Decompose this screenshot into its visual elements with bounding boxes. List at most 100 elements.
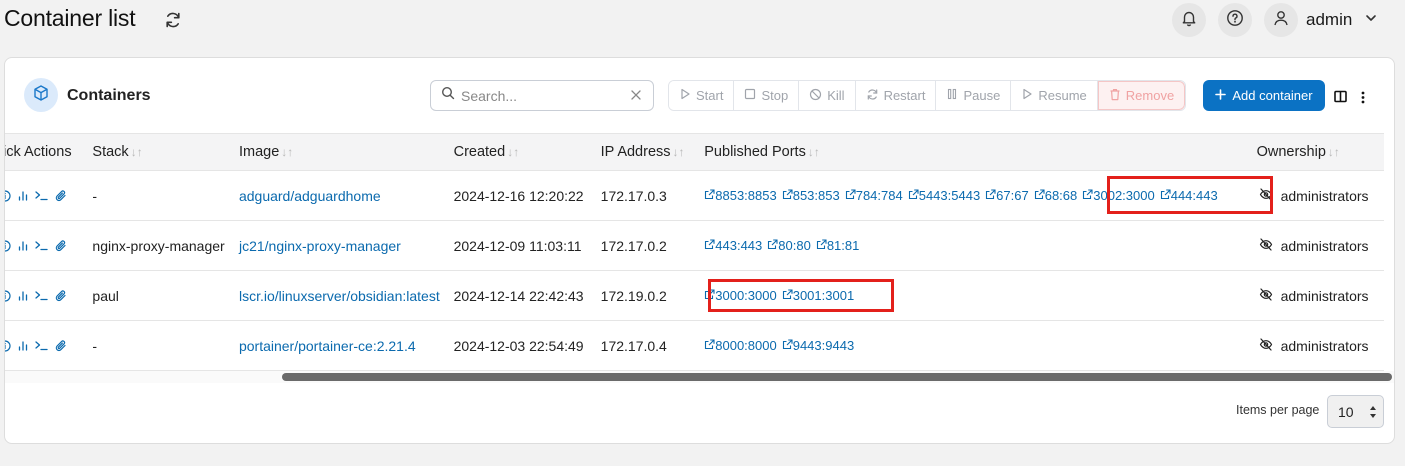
play-icon	[1021, 88, 1038, 103]
published-port-link[interactable]: 9443:9443	[782, 338, 854, 353]
pause-button[interactable]: Pause	[936, 81, 1012, 110]
published-port-link[interactable]: 68:68	[1034, 188, 1077, 203]
image-link[interactable]: portainer/portainer-ce:2.21.4	[239, 321, 454, 371]
attach-icon[interactable]	[55, 289, 67, 302]
stack-cell: paul	[92, 287, 119, 304]
external-link-icon	[1034, 188, 1045, 203]
image-link[interactable]: jc21/nginx-proxy-manager	[239, 221, 454, 271]
console-icon[interactable]	[35, 240, 48, 251]
stop-button[interactable]: Stop	[734, 81, 800, 110]
created-cell: 2024-12-16 12:20:22	[453, 187, 584, 204]
attach-icon[interactable]	[55, 339, 67, 352]
search-input[interactable]	[461, 87, 621, 104]
published-port-link[interactable]: 8853:8853	[704, 188, 777, 203]
horizontal-scrollbar[interactable]	[5, 371, 1394, 383]
external-link-icon	[782, 188, 793, 203]
search-icon	[441, 86, 455, 105]
created-cell: 2024-12-09 11:03:11	[453, 237, 582, 254]
stop-icon	[744, 88, 761, 103]
info-icon[interactable]	[5, 339, 11, 352]
published-port-link[interactable]: 8000:8000	[704, 338, 777, 353]
refresh-icon[interactable]	[163, 10, 183, 30]
col-quick-actions[interactable]: uick Actions	[5, 134, 92, 171]
stack-cell: -	[92, 337, 98, 354]
published-ports-cell: 443:443 80:80 81:81	[704, 221, 1256, 271]
ownership-cell: administrators	[1257, 321, 1384, 371]
col-image[interactable]: Image ↓↑	[239, 134, 454, 171]
user-menu[interactable]: admin	[1264, 3, 1378, 37]
published-port-link[interactable]: 784:784	[845, 188, 903, 203]
col-ip-address[interactable]: IP Address ↓↑	[601, 134, 705, 171]
col-created[interactable]: Created ↓↑	[454, 134, 601, 171]
external-link-icon	[704, 238, 715, 253]
image-link[interactable]: lscr.io/linuxserver/obsidian:latest	[239, 271, 454, 321]
published-port-link[interactable]: 81:81	[816, 238, 859, 253]
col-ownership[interactable]: Ownership ↓↑	[1257, 134, 1384, 171]
attach-icon[interactable]	[55, 189, 67, 202]
info-icon[interactable]	[5, 289, 11, 302]
user-name: admin	[1306, 10, 1353, 29]
image-link[interactable]: adguard/adguardhome	[239, 171, 454, 221]
published-port-link[interactable]: 67:67	[985, 188, 1029, 203]
restart-button[interactable]: Restart	[855, 81, 937, 110]
containers-panel: Containers Start Stop Kill Restart Pause	[4, 57, 1395, 444]
ip-address-cell: 172.17.0.3	[600, 187, 667, 204]
published-port-link[interactable]: 5443:5443	[908, 188, 980, 203]
close-icon[interactable]	[630, 88, 642, 106]
scrollbar-thumb[interactable]	[282, 373, 1392, 381]
published-ports-cell: 8000:8000 9443:9443	[704, 321, 1256, 371]
notifications-button[interactable]	[1172, 3, 1206, 37]
quick-actions-cell	[5, 221, 92, 271]
console-icon[interactable]	[35, 290, 48, 301]
bulk-actions: Start Stop Kill Restart Pause Resume Rem…	[668, 80, 1187, 111]
table-header: uick Actions Stack↓↑ Image↓↑ Created↓↑ I…	[5, 133, 1384, 171]
console-icon[interactable]	[35, 340, 48, 351]
external-link-icon	[704, 188, 715, 203]
stats-icon[interactable]	[18, 340, 28, 351]
kebab-icon[interactable]	[1361, 90, 1365, 109]
col-published-ports[interactable]: Published Ports ↓↑	[704, 134, 1256, 171]
search-field[interactable]	[430, 80, 654, 111]
ownership-cell: administrators	[1257, 221, 1384, 271]
external-link-icon	[704, 338, 715, 353]
stats-icon[interactable]	[18, 240, 28, 251]
published-port-link[interactable]: 80:80	[767, 238, 811, 253]
remove-button[interactable]: Remove	[1097, 81, 1186, 110]
console-icon[interactable]	[35, 190, 48, 201]
containers-table: uick Actions Stack↓↑ Image↓↑ Created↓↑ I…	[5, 133, 1384, 371]
external-link-icon	[908, 188, 919, 203]
chevron-down-icon	[1364, 11, 1378, 30]
info-icon[interactable]	[5, 189, 11, 202]
help-button[interactable]	[1218, 3, 1252, 37]
add-container-button[interactable]: Add container	[1203, 80, 1325, 111]
quick-actions-cell	[5, 321, 92, 371]
published-port-link[interactable]: 853:853	[782, 188, 840, 203]
page-title: Container list	[4, 5, 136, 31]
stats-icon[interactable]	[18, 190, 28, 201]
highlight-box	[1107, 176, 1273, 214]
columns-icon[interactable]	[1334, 90, 1347, 108]
resume-button[interactable]: Resume	[1011, 81, 1098, 110]
external-link-icon	[1082, 188, 1093, 203]
start-button[interactable]: Start	[669, 81, 735, 110]
bell-icon	[1180, 9, 1198, 32]
external-link-icon	[767, 238, 778, 253]
external-link-icon	[985, 188, 996, 203]
highlight-box	[708, 279, 894, 312]
help-icon	[1226, 9, 1244, 32]
eye-off-icon	[1259, 287, 1273, 304]
published-port-link[interactable]: 443:443	[704, 238, 762, 253]
items-per-page-select[interactable]: 10	[1327, 395, 1384, 428]
stats-icon[interactable]	[18, 290, 28, 301]
quick-actions-cell	[5, 271, 92, 321]
created-cell: 2024-12-03 22:54:49	[453, 337, 584, 354]
attach-icon[interactable]	[55, 239, 67, 252]
info-icon[interactable]	[5, 239, 11, 252]
user-icon	[1272, 9, 1290, 32]
items-per-page-label: Items per page	[1236, 403, 1320, 417]
external-link-icon	[782, 338, 793, 353]
col-stack[interactable]: Stack ↓↑	[92, 134, 239, 171]
ip-address-cell: 172.19.0.2	[600, 287, 667, 304]
kill-button[interactable]: Kill	[799, 81, 856, 110]
kill-icon	[809, 88, 827, 104]
